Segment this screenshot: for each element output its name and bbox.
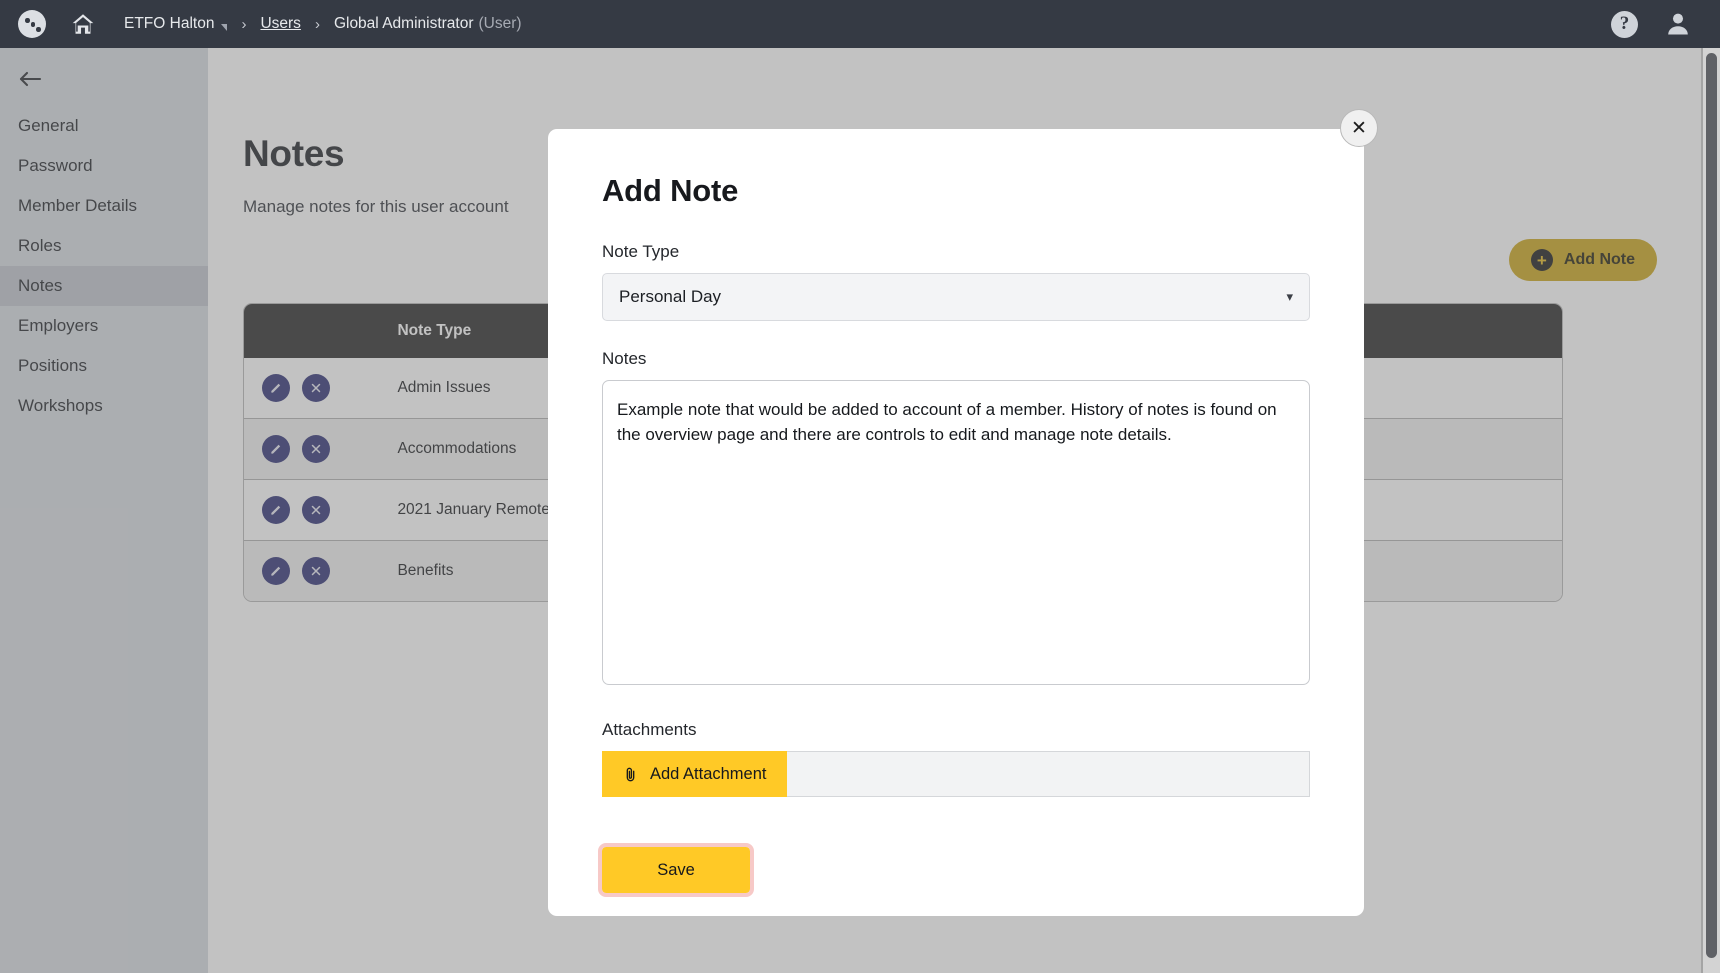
modal-title: Add Note: [602, 173, 1310, 209]
add-attachment-label: Add Attachment: [650, 765, 767, 784]
note-type-select[interactable]: Personal Day ▾: [602, 273, 1310, 321]
paperclip-icon: [622, 766, 639, 783]
breadcrumb-separator-1: ›: [241, 16, 246, 33]
breadcrumb-org[interactable]: ETFO Halton: [124, 15, 227, 33]
notes-textarea[interactable]: [602, 380, 1310, 685]
add-note-modal: ✕ Add Note Note Type Personal Day ▾ Note…: [548, 129, 1364, 916]
breadcrumb-current-suffix: (User): [479, 15, 522, 33]
org-dropdown-caret-icon[interactable]: [221, 24, 227, 31]
top-bar: ETFO Halton › Users › Global Administrat…: [0, 0, 1720, 48]
topbar-icon-group: ?: [1611, 10, 1692, 38]
attachment-row: Add Attachment: [602, 751, 1310, 797]
breadcrumb-current: Global Administrator: [334, 15, 474, 33]
breadcrumb: ETFO Halton › Users › Global Administrat…: [124, 15, 522, 33]
user-avatar-icon[interactable]: [1664, 10, 1692, 38]
breadcrumb-link-users[interactable]: Users: [260, 15, 300, 33]
close-icon[interactable]: ✕: [1340, 109, 1378, 147]
attachment-filename-field[interactable]: [787, 751, 1311, 797]
attachments-label: Attachments: [602, 720, 1310, 740]
save-button[interactable]: Save: [602, 847, 750, 893]
breadcrumb-separator-2: ›: [315, 16, 320, 33]
app-root: ETFO Halton › Users › Global Administrat…: [0, 0, 1720, 973]
chevron-down-icon: ▾: [1286, 289, 1293, 305]
notes-label: Notes: [602, 349, 1310, 369]
home-icon[interactable]: [70, 11, 96, 37]
note-type-label: Note Type: [602, 242, 1310, 262]
add-attachment-button[interactable]: Add Attachment: [602, 751, 787, 797]
app-dots-logo-icon[interactable]: [18, 10, 46, 38]
scrollbar-thumb[interactable]: [1706, 53, 1717, 958]
note-type-selected-value: Personal Day: [619, 287, 721, 307]
page-scrollbar[interactable]: [1703, 48, 1720, 973]
breadcrumb-org-label: ETFO Halton: [124, 15, 214, 33]
help-question-icon[interactable]: ?: [1611, 11, 1638, 38]
